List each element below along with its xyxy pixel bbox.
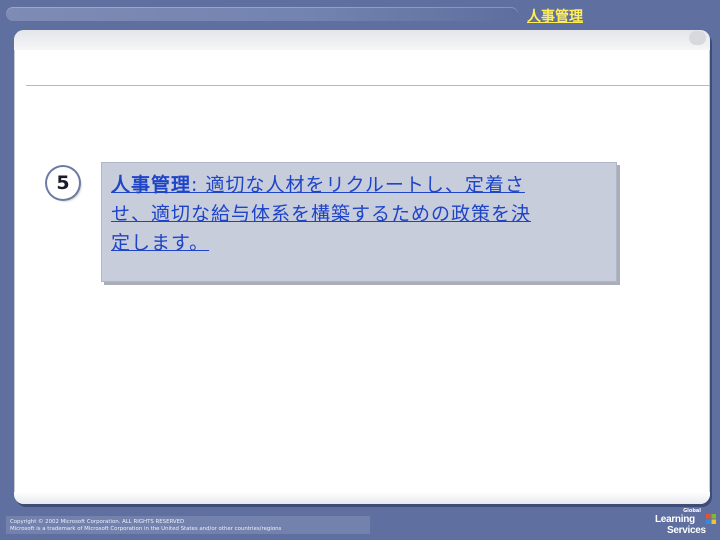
header-divider <box>26 85 710 86</box>
definition-term[interactable]: 人事管理 <box>111 174 191 196</box>
windows-flag-icon <box>706 514 716 524</box>
definition-line-3: 定します。 <box>111 232 210 254</box>
definition-line-1: 適切な人材をリクルートし、定着さ <box>198 174 525 196</box>
topic-link[interactable]: 人事管理 <box>527 6 583 26</box>
copyright-line-2: Microsoft is a trademark of Microsoft Co… <box>10 526 282 532</box>
definition-line-2: せ、適切な給与体系を構築するための政策を決 <box>111 203 532 225</box>
step-number: 5 <box>56 172 70 194</box>
logo-learning-text: Learning <box>655 514 695 525</box>
logo-services-text: Services <box>667 525 706 536</box>
definition-box: 人事管理: 適切な人材をリクルートし、定着さ せ、適切な給与体系を構築するための… <box>101 162 617 282</box>
copyright-notice: Copyright © 2002 Microsoft Corporation. … <box>10 519 281 533</box>
panel-footer <box>14 492 710 504</box>
step-number-badge: 5 <box>47 167 79 199</box>
copyright-line-1: Copyright © 2002 Microsoft Corporation. … <box>10 519 185 525</box>
title-bar <box>6 7 518 21</box>
panel-corner-knob <box>689 31 706 45</box>
learning-services-logo: Global Learning Services <box>655 508 717 538</box>
panel-header <box>14 30 710 50</box>
